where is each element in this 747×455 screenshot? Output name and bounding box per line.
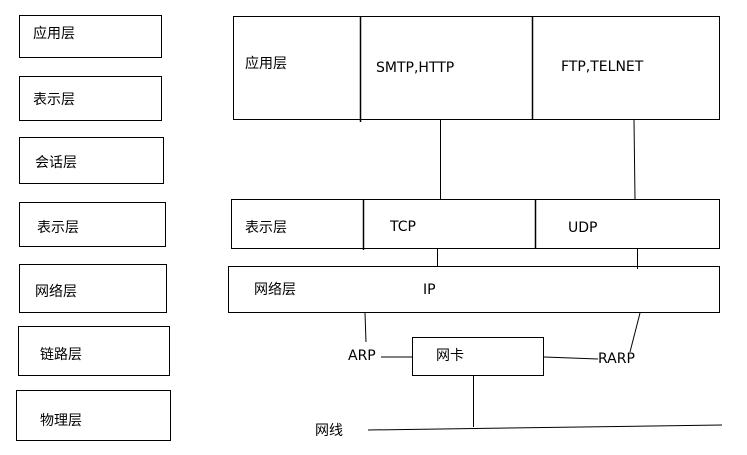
ip-to-arp-line	[364, 312, 367, 343]
ftp-to-udp-line	[633, 119, 636, 200]
connector-lines	[359, 16, 723, 431]
cable-line	[367, 424, 723, 431]
ip-to-rarp-line	[629, 312, 641, 353]
nic-to-rarp-line	[543, 356, 599, 360]
